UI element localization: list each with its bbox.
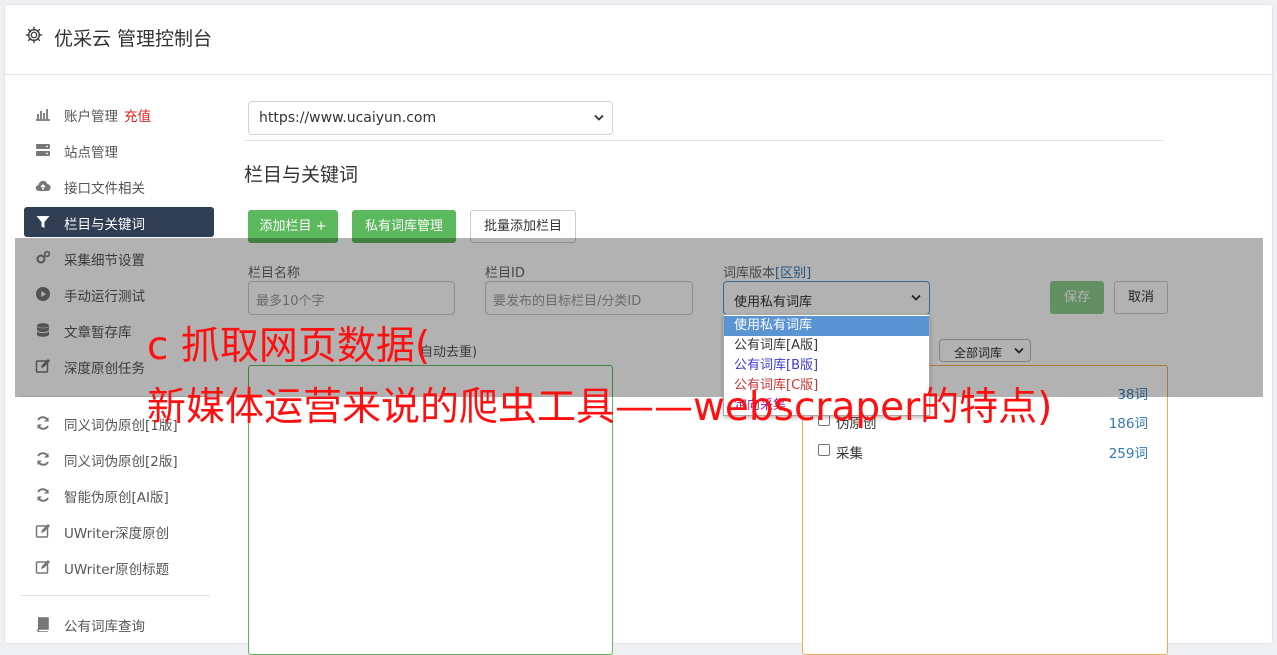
sidebar-item-label: 同义词伪原创[2版] [64, 454, 178, 470]
recharge-link[interactable]: 充值 [124, 109, 151, 125]
app-title: 优采云 管理控制台 [54, 28, 213, 50]
refresh-icon [37, 416, 49, 430]
library-checkbox[interactable] [818, 444, 830, 456]
edit-icon [35, 524, 50, 538]
sidebar-item-label: 智能伪原创[AI版] [64, 490, 169, 506]
library-count[interactable]: 259词 [1109, 442, 1148, 462]
refresh-icon [37, 452, 49, 466]
server-icon [36, 144, 50, 156]
sidebar-item-label: 公有词库查询 [64, 619, 145, 635]
version-option[interactable]: 使用私有词库 [724, 316, 929, 336]
sidebar-item-label: 栏目与关键词 [64, 217, 145, 233]
sidebar-item-label: 账户管理 [64, 109, 118, 125]
site-select[interactable]: https://www.ucaiyun.com [248, 101, 613, 135]
book-icon [37, 617, 49, 632]
sidebar-item-ai-rewrite[interactable]: 智能伪原创[AI版] [24, 480, 214, 510]
sidebar-item-sites[interactable]: 站点管理 [24, 135, 214, 165]
app-header: 优采云 管理控制台 [5, 5, 1274, 75]
dim-overlay [15, 238, 1263, 397]
cloud-upload-icon [35, 180, 51, 192]
gear-icon [25, 26, 43, 44]
sidebar-divider [20, 595, 210, 596]
sidebar-item-label: UWriter原创标题 [64, 562, 170, 578]
version-option[interactable]: 公有词库[B版] [724, 356, 929, 376]
sidebar-item-label: 接口文件相关 [64, 181, 145, 197]
section-title: 栏目与关键词 [244, 164, 359, 186]
bar-chart-icon [36, 109, 50, 121]
version-option[interactable]: 公有词库[A版] [724, 336, 929, 356]
watermark-line-2: 新媒体运营来说的爬虫工具——webscraper的特点) [147, 385, 1053, 430]
library-item[interactable]: 采集 259词 [816, 441, 1148, 462]
divider [244, 140, 1164, 141]
sidebar-item-label: UWriter深度原创 [64, 526, 170, 542]
filter-icon [36, 216, 50, 228]
sidebar-item-public-lib-query[interactable]: 公有词库查询 [24, 609, 214, 639]
library-name: 采集 [836, 446, 863, 462]
sidebar-item-account[interactable]: 账户管理 充值 [24, 99, 214, 129]
chevron-down-icon [594, 114, 604, 121]
sidebar-item-uwriter-title[interactable]: UWriter原创标题 [24, 552, 214, 582]
sidebar-item-interface-files[interactable]: 接口文件相关 [24, 171, 214, 201]
refresh-icon [37, 488, 49, 502]
edit-icon [35, 560, 50, 574]
site-select-value: https://www.ucaiyun.com [259, 110, 437, 126]
sidebar-item-synonym-v2[interactable]: 同义词伪原创[2版] [24, 444, 214, 474]
watermark-line-1: c 抓取网页数据( [147, 324, 431, 369]
sidebar-item-uwriter-deep[interactable]: UWriter深度原创 [24, 516, 214, 546]
sidebar-item-columns-keywords[interactable]: 栏目与关键词 [24, 207, 214, 237]
library-count[interactable]: 186词 [1109, 412, 1148, 432]
sidebar-item-label: 站点管理 [64, 145, 118, 161]
